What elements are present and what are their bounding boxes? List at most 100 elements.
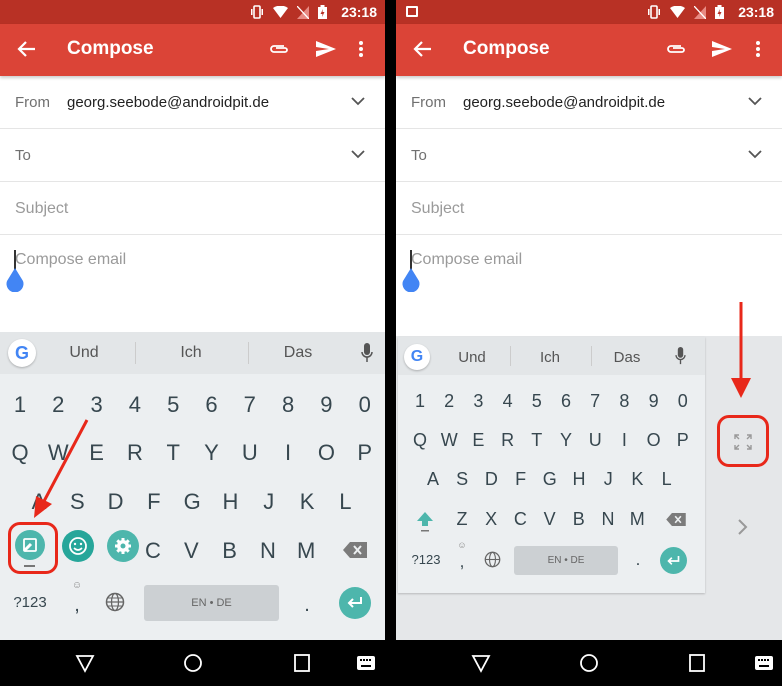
key-b[interactable]: B <box>573 509 585 530</box>
compose-body-input[interactable]: Compose email <box>411 251 522 269</box>
key-w[interactable]: W <box>441 430 458 451</box>
subject-placeholder: Subject <box>411 200 465 217</box>
key-g[interactable]: G <box>543 469 557 490</box>
key-o[interactable]: O <box>647 430 661 451</box>
more-vert-icon[interactable] <box>354 38 368 60</box>
to-field[interactable]: To <box>396 129 782 182</box>
navigation-bar <box>0 640 385 686</box>
key-r[interactable]: R <box>501 430 514 451</box>
key-4[interactable]: 4 <box>503 391 513 412</box>
key-q[interactable]: Q <box>413 430 427 451</box>
suggestion-3[interactable]: Das <box>614 349 641 366</box>
cursor-handle[interactable] <box>402 268 420 292</box>
key-3[interactable]: 3 <box>473 391 483 412</box>
key-x[interactable]: X <box>485 509 497 530</box>
key-u[interactable]: U <box>589 430 602 451</box>
app-bar: Compose <box>396 24 782 76</box>
page-title: Compose <box>463 38 550 59</box>
from-field[interactable]: From georg.seebode@androidpit.de <box>396 76 782 129</box>
battery-charging-icon <box>715 5 724 19</box>
suggestion-2[interactable]: Ich <box>540 349 560 366</box>
paperclip-icon[interactable] <box>665 38 687 60</box>
key-t[interactable]: T <box>531 430 542 451</box>
key-e[interactable]: E <box>472 430 484 451</box>
key-8[interactable]: 8 <box>619 391 629 412</box>
key-9[interactable]: 9 <box>649 391 659 412</box>
keyboard-switch-icon[interactable] <box>356 653 376 673</box>
key-0[interactable]: 0 <box>678 391 688 412</box>
back-arrow-icon[interactable] <box>412 38 434 60</box>
annotation-arrow <box>731 302 751 398</box>
app-bar: Compose <box>0 24 385 76</box>
key-z[interactable]: Z <box>457 509 468 530</box>
google-logo-icon[interactable]: G <box>404 344 430 370</box>
status-time: 23:18 <box>738 4 774 20</box>
phone-screen-left: 23:18 Compose From georg.seebode@android… <box>0 0 385 686</box>
annotation-arrow <box>34 419 89 518</box>
chevron-down-icon[interactable] <box>748 96 762 106</box>
more-vert-icon[interactable] <box>751 38 765 60</box>
no-sim-icon <box>694 5 706 19</box>
vibrate-icon <box>648 5 660 19</box>
key-v[interactable]: V <box>544 509 556 530</box>
paperclip-icon[interactable] <box>268 38 290 60</box>
key-c[interactable]: C <box>514 509 527 530</box>
home-nav-icon[interactable] <box>183 653 203 673</box>
comma-key[interactable]: , <box>460 552 465 572</box>
suggestion-1[interactable]: Und <box>458 349 486 366</box>
send-icon[interactable] <box>711 38 733 60</box>
divider <box>510 346 511 366</box>
subject-field[interactable]: Subject <box>396 182 782 235</box>
chevron-right-icon[interactable] <box>737 518 749 536</box>
from-label: From <box>411 94 446 111</box>
back-nav-icon[interactable] <box>471 653 491 673</box>
annotation-highlight-box <box>717 415 769 467</box>
to-label: To <box>411 147 427 164</box>
status-bar: 23:18 <box>396 0 782 24</box>
enter-button[interactable] <box>660 547 687 574</box>
key-a[interactable]: A <box>427 469 439 490</box>
shift-icon[interactable] <box>416 511 434 533</box>
period-key[interactable]: . <box>636 550 641 570</box>
backspace-icon[interactable] <box>666 513 686 526</box>
key-6[interactable]: 6 <box>561 391 571 412</box>
status-icons <box>647 5 724 19</box>
divider <box>591 346 592 366</box>
page-title: Compose <box>67 38 154 59</box>
key-f[interactable]: F <box>515 469 526 490</box>
gallery-notification-icon <box>406 6 418 17</box>
microphone-icon[interactable] <box>675 347 686 365</box>
key-h[interactable]: H <box>573 469 586 490</box>
key-7[interactable]: 7 <box>590 391 600 412</box>
navigation-bar <box>396 640 782 686</box>
back-nav-icon[interactable] <box>75 653 95 673</box>
key-s[interactable]: S <box>456 469 468 490</box>
key-n[interactable]: N <box>602 509 615 530</box>
key-5[interactable]: 5 <box>532 391 542 412</box>
key-l[interactable]: L <box>662 469 672 490</box>
chevron-down-icon[interactable] <box>748 149 762 159</box>
key-d[interactable]: D <box>485 469 498 490</box>
key-2[interactable]: 2 <box>444 391 454 412</box>
globe-icon[interactable] <box>484 551 501 568</box>
home-nav-icon[interactable] <box>579 653 599 673</box>
recents-nav-icon[interactable] <box>687 653 707 673</box>
key-i[interactable]: I <box>622 430 627 451</box>
key-j[interactable]: J <box>604 469 613 490</box>
keyboard-switch-icon[interactable] <box>754 653 774 673</box>
symbols-key[interactable]: ?123 <box>412 552 441 567</box>
key-m[interactable]: M <box>630 509 645 530</box>
emoji-hint-icon: ☺ <box>457 540 467 550</box>
space-bar[interactable]: EN • DE <box>514 546 618 575</box>
send-icon[interactable] <box>315 38 337 60</box>
phone-screen-right: 23:18 Compose From georg.seebode@android… <box>396 0 782 686</box>
key-y[interactable]: Y <box>560 430 572 451</box>
recents-nav-icon[interactable] <box>292 653 312 673</box>
back-arrow-icon[interactable] <box>16 38 38 60</box>
suggestion-strip: G Und Ich Das <box>398 337 705 375</box>
key-k[interactable]: K <box>631 469 643 490</box>
key-1[interactable]: 1 <box>415 391 425 412</box>
key-p[interactable]: P <box>677 430 689 451</box>
wifi-icon <box>670 6 685 18</box>
from-value: georg.seebode@androidpit.de <box>463 94 666 111</box>
